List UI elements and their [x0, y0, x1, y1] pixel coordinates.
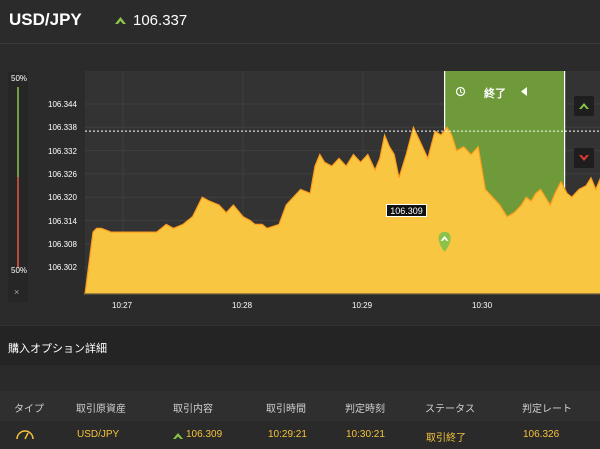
col-header-rate: 判定レート [522, 404, 572, 415]
high-button[interactable] [574, 96, 594, 116]
price-chart[interactable]: 50% 50% × 106.344 106.338 106.332 106.32… [0, 44, 600, 325]
y-tick-label: 106.314 [48, 217, 77, 226]
table-header-row: タイプ 取引原資産 取引内容 取引時間 判定時刻 ステータス 判定レート [0, 391, 600, 421]
cell-content: 106.309 [186, 429, 223, 440]
x-tick-label: 10:29 [352, 301, 373, 310]
col-header-status: ステータス [425, 404, 475, 415]
y-tick-label: 106.308 [48, 240, 77, 249]
col-header-content: 取引内容 [173, 404, 213, 415]
section-spacer [0, 365, 600, 391]
history-icon [455, 86, 466, 97]
col-header-trade-time: 取引時間 [266, 404, 306, 415]
y-tick-label: 106.320 [48, 193, 77, 202]
y-tick-label: 106.332 [48, 147, 77, 156]
y-tick-label: 106.326 [48, 170, 77, 179]
cell-rate: 106.326 [523, 429, 560, 440]
table-row[interactable]: USD/JPY 106.309 10:29:21 10:30:21 取引終了 1… [0, 421, 600, 449]
y-tick-label: 106.338 [48, 123, 77, 132]
current-price: 106.337 [133, 12, 188, 29]
cell-trade-time: 10:29:21 [268, 429, 307, 440]
side-down-percent: 50% [11, 266, 28, 275]
currency-pair-title: USD/JPY [9, 10, 82, 29]
chart-canvas [8, 71, 600, 302]
purchase-detail-section: 購入オプション詳細 [0, 325, 600, 365]
x-tick-label: 10:30 [472, 301, 493, 310]
close-icon[interactable]: × [14, 287, 19, 297]
side-up-percent: 50% [11, 74, 28, 83]
y-tick-label: 106.302 [48, 263, 77, 272]
down-arrow-icon [579, 155, 589, 161]
up-arrow-icon [173, 433, 183, 439]
x-tick-label: 10:28 [232, 301, 253, 310]
cell-asset: USD/JPY [77, 429, 120, 440]
section-title: 購入オプション詳細 [8, 342, 107, 355]
header-bar: USD/JPY 106.337 [0, 0, 600, 44]
entry-rate-tag: 106.309 [386, 204, 427, 217]
expiry-end-label: 終了 [484, 88, 506, 100]
x-tick-label: 10:27 [112, 301, 133, 310]
cell-status: 取引終了 [426, 433, 466, 444]
low-button[interactable] [574, 148, 594, 168]
col-header-type: タイプ [14, 404, 44, 415]
up-arrow-icon [115, 17, 126, 24]
cell-judge-time: 10:30:21 [346, 429, 385, 440]
y-tick-label: 106.344 [48, 100, 77, 109]
up-arrow-icon [579, 103, 589, 109]
gauge-icon [16, 430, 34, 440]
chevron-left-icon [521, 87, 527, 96]
col-header-judge-time: 判定時刻 [345, 404, 385, 415]
col-header-asset: 取引原資産 [76, 404, 126, 415]
